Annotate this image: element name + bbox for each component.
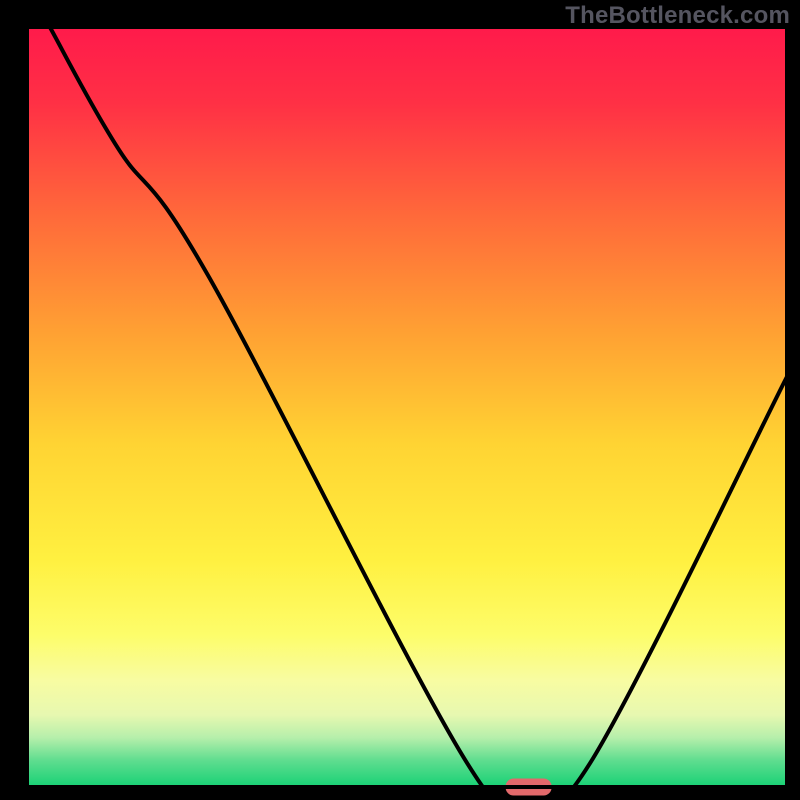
watermark-text: TheBottleneck.com: [565, 2, 790, 30]
bottleneck-chart: [0, 0, 800, 800]
plot-background: [27, 27, 787, 787]
